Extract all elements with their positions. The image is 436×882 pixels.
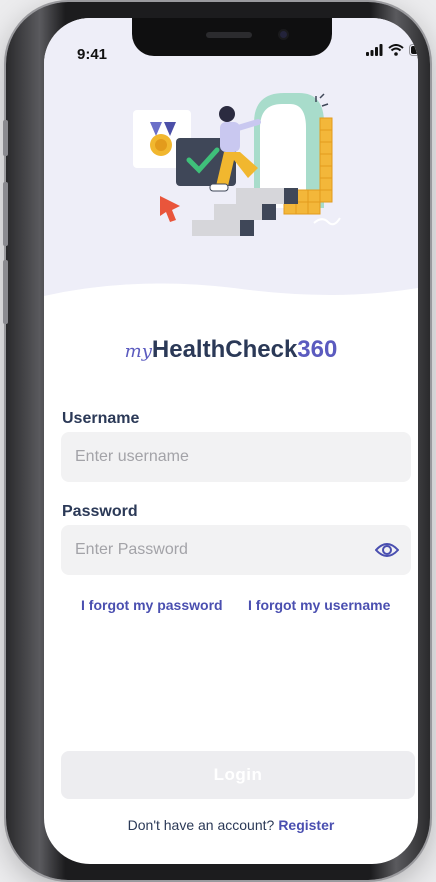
logo-prefix: my (124, 341, 152, 362)
password-field[interactable] (61, 525, 411, 575)
username-input[interactable] (61, 432, 411, 482)
username-label: Username (62, 410, 140, 427)
notch (132, 18, 332, 56)
login-button[interactable]: Login (61, 751, 415, 799)
password-input[interactable] (61, 525, 411, 575)
username-field[interactable] (61, 432, 411, 482)
register-prompt-text: Don't have an account? (127, 817, 275, 833)
logo-suffix: 360 (297, 336, 338, 363)
battery-icon (409, 44, 418, 56)
register-link[interactable]: Register (278, 817, 334, 833)
wifi-icon (388, 44, 404, 56)
front-camera (278, 29, 289, 40)
password-label: Password (62, 503, 138, 520)
status-icons (366, 44, 418, 56)
logo-name: HealthCheck (151, 336, 298, 363)
app-screen: 9:41 myHealthCheck360 Username Password (44, 18, 418, 864)
volume-down-button (3, 260, 8, 324)
show-password-icon[interactable] (375, 539, 399, 561)
mute-switch (3, 120, 8, 156)
forgot-password-link[interactable]: I forgot my password (81, 597, 223, 613)
status-time: 9:41 (77, 46, 108, 63)
app-logo: myHealthCheck360 (44, 336, 418, 364)
register-prompt: Don't have an account? Register (44, 817, 418, 833)
signal-icon (366, 44, 383, 56)
speaker (206, 32, 252, 38)
volume-up-button (3, 182, 8, 246)
forgot-username-link[interactable]: I forgot my username (248, 597, 390, 613)
hero-wave (44, 283, 418, 328)
